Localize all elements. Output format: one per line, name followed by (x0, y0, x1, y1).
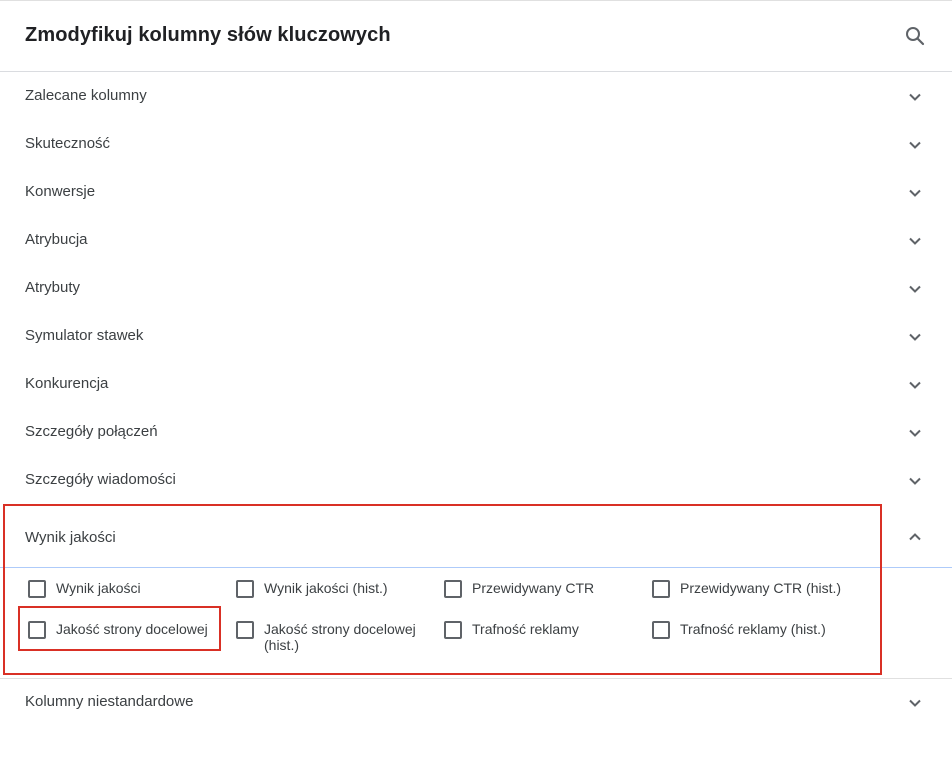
section-label: Skuteczność (25, 135, 111, 152)
search-button[interactable] (900, 21, 930, 51)
section-szczegoly-polaczen[interactable]: Szczegóły połączeń (0, 408, 952, 456)
chevron-down-icon (909, 285, 921, 293)
checkbox[interactable] (652, 621, 670, 639)
section-label: Atrybuty (25, 279, 81, 296)
option-label: Jakość strony docelowej (56, 621, 208, 637)
section-label: Konwersje (25, 183, 96, 200)
section-konwersje[interactable]: Konwersje (0, 168, 952, 216)
chevron-down-icon (909, 699, 921, 707)
section-symulator-stawek[interactable]: Symulator stawek (0, 312, 952, 360)
section-wynik-jakosci-header[interactable]: Wynik jakości (0, 504, 952, 568)
chevron-down-icon (909, 189, 921, 197)
checkbox[interactable] (28, 580, 46, 598)
column-editor-panel: Zmodyfikuj kolumny słów kluczowych Zalec… (0, 0, 952, 760)
section-label: Kolumny niestandardowe (25, 693, 194, 710)
panel-title: Zmodyfikuj kolumny słów kluczowych (25, 24, 391, 46)
option-label: Wynik jakości (56, 580, 141, 596)
section-label: Wynik jakości (25, 529, 116, 546)
section-label: Szczegóły wiadomości (25, 471, 176, 488)
section-atrybucja[interactable]: Atrybucja (0, 216, 952, 264)
section-atrybuty[interactable]: Atrybuty (0, 264, 952, 312)
checkbox[interactable] (444, 580, 462, 598)
section-label: Zalecane kolumny (25, 87, 147, 104)
option-label: Jakość strony docelowej (hist.) (264, 621, 416, 653)
section-label: Konkurencja (25, 375, 109, 392)
section-zalecane-kolumny[interactable]: Zalecane kolumny (0, 72, 952, 120)
chevron-down-icon (909, 141, 921, 149)
section-label: Atrybucja (25, 231, 88, 248)
section-szczegoly-wiadomosci[interactable]: Szczegóły wiadomości (0, 456, 952, 504)
section-konkurencja[interactable]: Konkurencja (0, 360, 952, 408)
option-label: Trafność reklamy (472, 621, 579, 637)
section-label: Symulator stawek (25, 327, 144, 344)
chevron-down-icon (909, 333, 921, 341)
checkbox[interactable] (236, 621, 254, 639)
search-icon (906, 27, 925, 46)
checkbox[interactable] (652, 580, 670, 598)
chevron-down-icon (909, 237, 921, 245)
chevron-up-icon (909, 533, 921, 541)
option-label: Trafność reklamy (hist.) (680, 621, 826, 637)
option-label: Przewidywany CTR (hist.) (680, 580, 842, 596)
option-label: Przewidywany CTR (472, 580, 595, 596)
panel-header: Zmodyfikuj kolumny słów kluczowych (0, 1, 952, 72)
section-kolumny-niestandardowe[interactable]: Kolumny niestandardowe (0, 678, 952, 726)
chevron-down-icon (909, 381, 921, 389)
checkbox[interactable] (236, 580, 254, 598)
checkbox[interactable] (444, 621, 462, 639)
chevron-down-icon (909, 429, 921, 437)
checkbox[interactable] (28, 621, 46, 639)
chevron-down-icon (909, 93, 921, 101)
section-wynik-jakosci: Wynik jakości Wynik jakości Wynik jakośc… (0, 504, 952, 678)
section-skutecznosc[interactable]: Skuteczność (0, 120, 952, 168)
option-label: Wynik jakości (hist.) (264, 580, 388, 596)
chevron-down-icon (909, 477, 921, 485)
section-label: Szczegóły połączeń (25, 423, 158, 440)
